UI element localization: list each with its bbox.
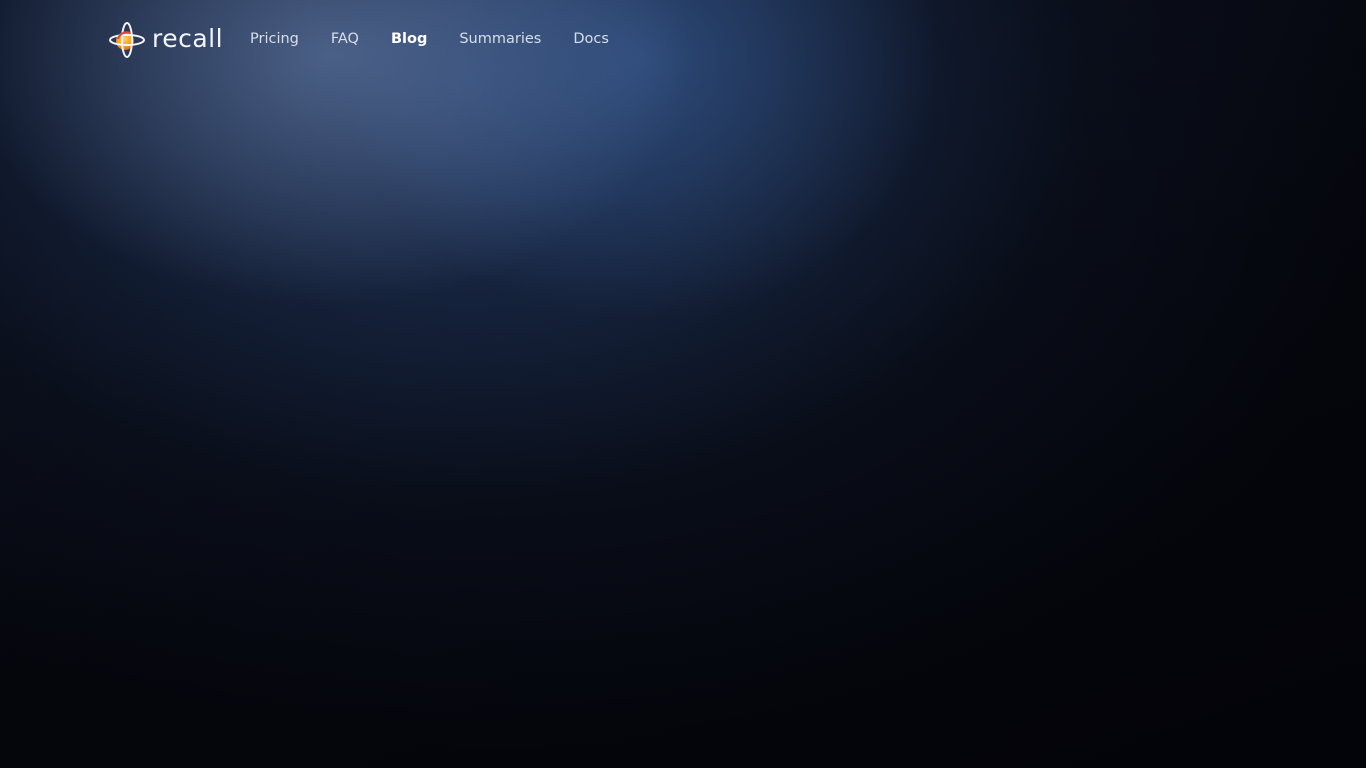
nav-link-blog[interactable]: Blog xyxy=(391,29,427,49)
main-nav: Pricing FAQ Blog Summaries Docs xyxy=(250,29,641,49)
nav-link-summaries[interactable]: Summaries xyxy=(459,29,541,49)
recall-logo-icon xyxy=(109,22,145,58)
home-logo-link[interactable]: recall xyxy=(108,21,223,59)
top-navbar: recall Pricing FAQ Blog Summaries Docs xyxy=(0,0,1366,78)
nav-link-docs[interactable]: Docs xyxy=(573,29,609,49)
page-background: recall Pricing FAQ Blog Summaries Docs xyxy=(0,0,1366,768)
brand-name: recall xyxy=(152,24,224,53)
nav-link-faq[interactable]: FAQ xyxy=(331,29,359,49)
nav-link-pricing[interactable]: Pricing xyxy=(250,29,299,49)
